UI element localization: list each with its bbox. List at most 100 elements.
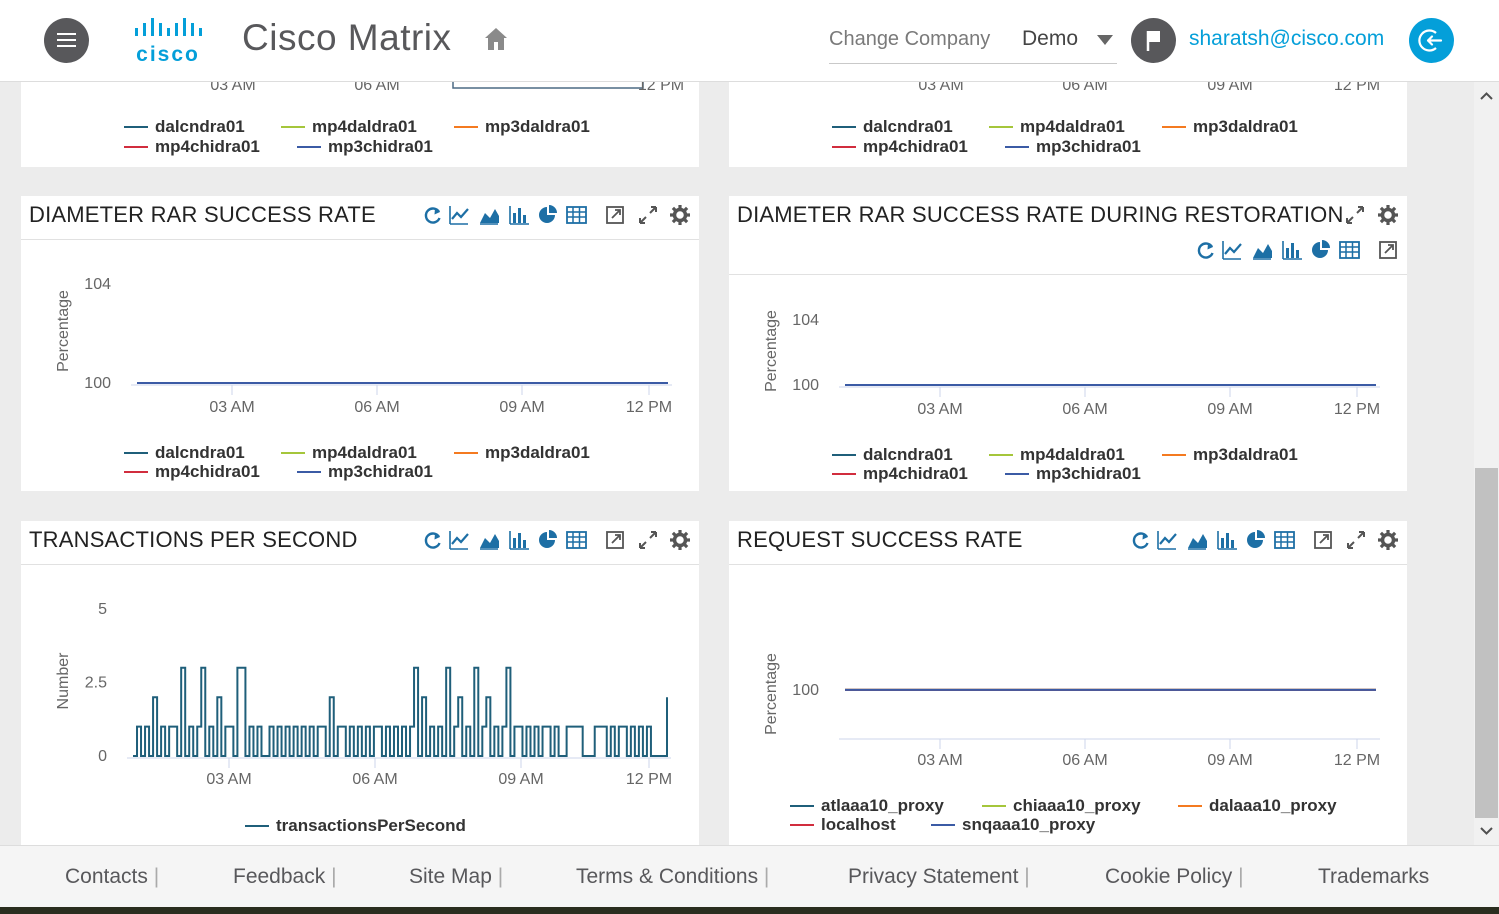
- menu-bar-1: [57, 33, 76, 35]
- x-tick-label: 06 AM: [354, 399, 399, 416]
- x-tick-label: 12 PM: [638, 82, 684, 94]
- x-tick-label: 06 AM: [354, 82, 399, 94]
- legend-swatch: [1178, 805, 1202, 807]
- x-tick-label: 06 AM: [1062, 752, 1107, 769]
- y-axis-label: Percentage: [763, 310, 780, 392]
- footer-link-label: Terms & Conditions: [576, 865, 759, 888]
- legend-label: mp4daldra01: [1020, 445, 1125, 464]
- footer-separator: |: [1238, 865, 1244, 888]
- legend-label: mp3chidra01: [328, 462, 433, 481]
- legend-label: mp4chidra01: [863, 464, 968, 483]
- footer: Contacts | Feedback | Site Map | Terms &…: [0, 845, 1499, 907]
- top-navigation-bar: cisco Cisco Matrix Change Company Demo s…: [0, 0, 1499, 82]
- legend-label: dalcndra01: [155, 443, 245, 462]
- legend-swatch: [454, 126, 478, 128]
- legend: dalcndra01 mp4daldra01 mp3daldra01 mp4ch…: [832, 117, 1392, 162]
- legend-swatch: [790, 805, 814, 807]
- x-tick-label: 09 AM: [499, 399, 544, 416]
- chevron-down-icon: [1097, 35, 1113, 45]
- x-tick-label: 09 AM: [1207, 82, 1252, 94]
- footer-link-trademarks[interactable]: Trademarks: [1318, 865, 1429, 889]
- menu-bar-2: [57, 39, 76, 41]
- legend: dalcndra01 mp4daldra01 mp3daldra01 mp4ch…: [832, 445, 1392, 490]
- logout-button[interactable]: [1409, 18, 1454, 63]
- scroll-thumb[interactable]: [1475, 468, 1498, 818]
- logout-icon: [1418, 29, 1443, 52]
- panel-diameter-rar-success-rate: DIAMETER RAR SUCCESS RATE Percentage 100 1…: [21, 196, 699, 491]
- legend-label: mp3daldra01: [1193, 117, 1298, 136]
- zoom-selection-box[interactable]: [452, 82, 644, 89]
- partial-x-axis: 03 AM 06 AM 09 AM 12 PM: [918, 82, 1380, 94]
- y-tick-label: 0: [98, 748, 107, 765]
- legend-swatch: [832, 454, 856, 456]
- legend-label: atlaaa10_proxy: [821, 796, 944, 815]
- legend-label: chiaaa10_proxy: [1013, 796, 1141, 815]
- y-tick-label: 100: [84, 375, 111, 392]
- bottom-strip: [0, 907, 1499, 914]
- legend-label: mp3chidra01: [1036, 464, 1141, 483]
- footer-link-terms[interactable]: Terms & Conditions |: [576, 865, 769, 889]
- scroll-down-icon[interactable]: [1480, 824, 1493, 837]
- x-tick-label: 03 AM: [210, 82, 255, 94]
- y-axis-label: Percentage: [763, 653, 780, 735]
- legend-label: snqaaa10_proxy: [962, 815, 1096, 834]
- change-company-label: Change Company: [829, 28, 991, 50]
- x-tick-label: 03 AM: [918, 82, 963, 94]
- vertical-scrollbar[interactable]: [1474, 82, 1499, 845]
- legend-swatch: [832, 146, 856, 148]
- legend-label: mp3chidra01: [328, 137, 433, 156]
- home-icon[interactable]: [484, 26, 508, 52]
- legend: dalcndra01 mp4daldra01 mp3daldra01 mp4ch…: [124, 117, 684, 162]
- footer-link-label: Cookie Policy: [1105, 865, 1233, 888]
- footer-link-privacy[interactable]: Privacy Statement |: [848, 865, 1030, 889]
- footer-link-feedback[interactable]: Feedback |: [233, 865, 337, 889]
- legend-swatch: [1162, 126, 1186, 128]
- legend-swatch: [1005, 473, 1029, 475]
- x-tick-label: 06 AM: [1062, 82, 1107, 94]
- x-tick-label: 03 AM: [206, 771, 251, 788]
- hamburger-menu-button[interactable]: [44, 18, 89, 63]
- footer-link-label: Contacts: [65, 865, 148, 888]
- user-email-link[interactable]: sharatsh@cisco.com: [1189, 27, 1384, 51]
- footer-link-site-map[interactable]: Site Map |: [409, 865, 503, 889]
- footer-link-cookie-policy[interactable]: Cookie Policy |: [1105, 865, 1244, 889]
- cisco-logo-bars-icon: cisco: [135, 18, 202, 66]
- x-tick-label: 12 PM: [1334, 752, 1380, 769]
- y-axis-label: Percentage: [55, 290, 72, 372]
- change-company-dropdown[interactable]: Change Company Demo: [829, 22, 1117, 64]
- legend-swatch: [281, 126, 305, 128]
- legend-swatch: [1005, 146, 1029, 148]
- legend: transactionsPerSecond: [245, 816, 545, 838]
- y-tick-label: 100: [792, 682, 819, 699]
- app-title: Cisco Matrix: [242, 17, 452, 58]
- flag-avatar-button[interactable]: [1131, 18, 1176, 63]
- x-tick-label: 12 PM: [1334, 82, 1380, 94]
- chart-transactions-per-second[interactable]: Number 0 2.5 5 03 AM 06 AM 09 AM 12 PM: [21, 521, 699, 845]
- footer-separator: |: [763, 865, 770, 888]
- footer-link-label: Site Map: [409, 865, 492, 888]
- footer-separator: |: [153, 865, 160, 888]
- footer-separator: |: [1024, 865, 1030, 888]
- legend-label: mp4chidra01: [155, 462, 260, 481]
- x-tick-label: 12 PM: [1334, 401, 1380, 418]
- y-tick-label: 104: [792, 312, 819, 329]
- cisco-logo-text: cisco: [136, 43, 200, 64]
- footer-link-label: Feedback: [233, 865, 326, 888]
- cisco-logo[interactable]: cisco: [133, 16, 213, 66]
- x-tick-label: 09 AM: [1207, 752, 1252, 769]
- legend: atlaaa10_proxy chiaaa10_proxy dalaaa10_p…: [790, 796, 1390, 841]
- legend-label: mp4chidra01: [863, 137, 968, 156]
- footer-separator: |: [497, 865, 504, 888]
- legend-label: dalcndra01: [155, 117, 245, 136]
- y-tick-label: 5: [98, 601, 107, 618]
- panel-top-left-partial: 03 AM 06 AM 12 PM dalcndra01 mp4daldra01…: [21, 82, 699, 167]
- x-tick-label: 06 AM: [352, 771, 397, 788]
- scroll-up-icon[interactable]: [1480, 90, 1493, 103]
- footer-link-contacts[interactable]: Contacts |: [65, 865, 159, 889]
- panel-diameter-rar-restoration: DIAMETER RAR SUCCESS RATE DURING RESTORA…: [729, 196, 1407, 491]
- legend-swatch: [931, 824, 955, 826]
- y-tick-label: 100: [792, 377, 819, 394]
- legend-swatch: [1162, 454, 1186, 456]
- legend-swatch: [297, 146, 321, 148]
- legend-label: mp4daldra01: [312, 443, 417, 462]
